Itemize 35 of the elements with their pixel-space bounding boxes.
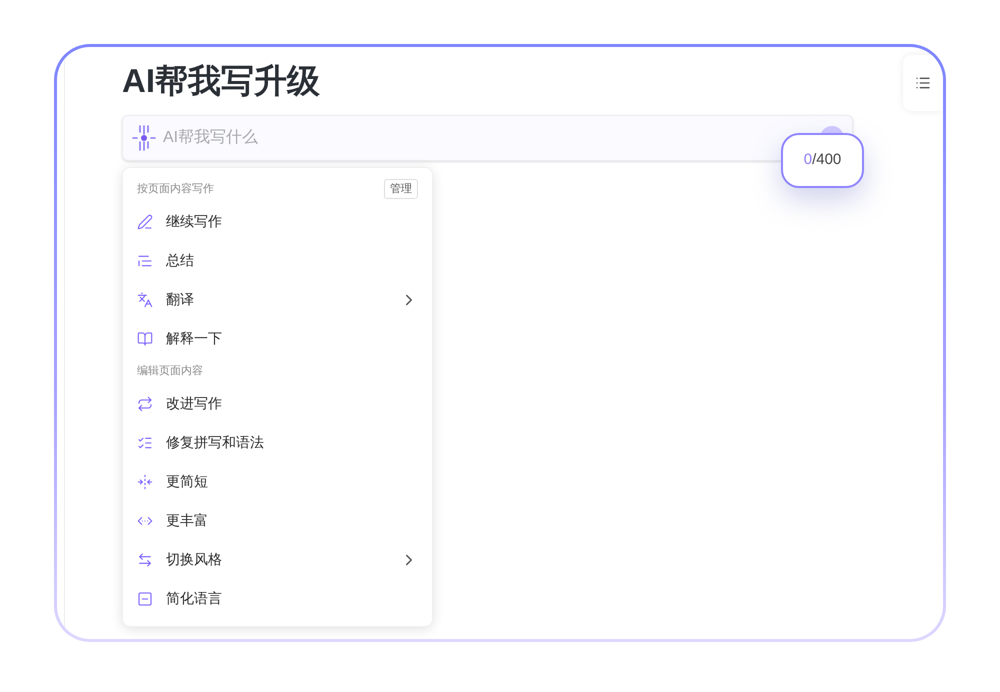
translate-icon [137,292,153,308]
outline-button[interactable] [903,55,943,111]
menu-item-label: 继续写作 [166,212,223,231]
menu-item[interactable]: 简化语言 [137,579,418,618]
book-icon [137,330,153,346]
menu-item-label: 更简短 [166,472,209,491]
menu-item[interactable]: 更丰富 [137,501,418,540]
collapse-icon [137,474,153,490]
menu-item-label: 翻译 [166,290,195,309]
menu-item[interactable]: 更简短 [137,462,418,501]
section-heading: 按页面内容写作 [137,182,214,197]
menu-item-label: 切换风格 [166,550,223,569]
manage-button[interactable]: 管理 [384,178,418,200]
menu-item-label: 更丰富 [166,511,209,530]
section-heading: 编辑页面内容 [137,364,203,379]
menu-item[interactable]: 翻译 [137,280,418,319]
menu-item[interactable]: 总结 [137,241,418,280]
menu-item-label: 修复拼写和语法 [166,433,265,452]
list-icon [915,75,931,91]
menu-item[interactable]: 修复拼写和语法 [137,423,418,462]
menu-item[interactable]: 继续写作 [137,202,418,241]
minus-square-icon [137,590,153,606]
menu-item-label: 改进写作 [166,394,223,413]
menu-item[interactable]: 解释一下 [137,319,418,358]
menu-item-label: 简化语言 [166,589,223,608]
menu-item[interactable]: 改进写作 [137,384,418,423]
menu-item-label: 解释一下 [166,329,223,348]
pen-icon [137,214,153,230]
page-title: AI帮我写升级 [122,61,321,101]
swap-arrows-icon [137,552,153,568]
sparkle-icon [131,124,157,152]
menu-item[interactable]: 切换风格 [137,540,418,579]
prompt-input[interactable]: AI帮我写什么 [163,126,814,150]
menu-item-label: 总结 [166,251,195,270]
cycle-arrows-icon [137,396,153,412]
